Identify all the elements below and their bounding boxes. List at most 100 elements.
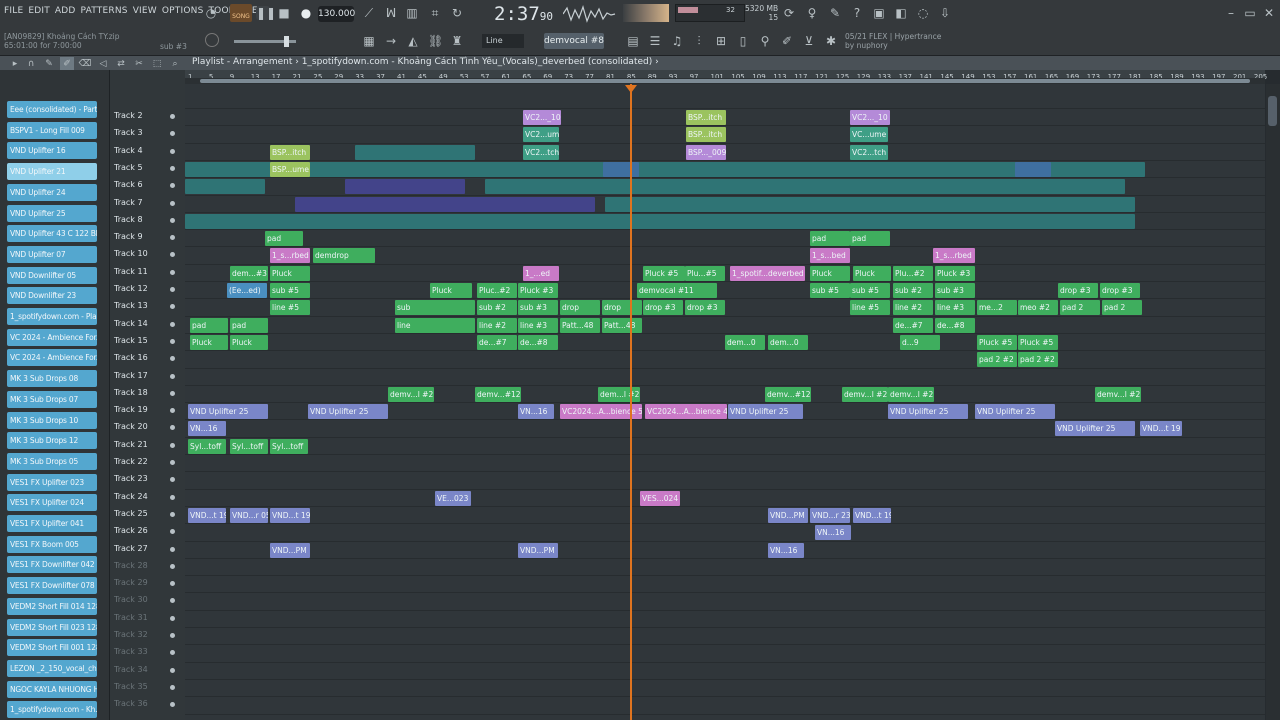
track-mute-dot[interactable] <box>170 684 175 690</box>
track-mute-dot[interactable] <box>170 217 175 223</box>
link-icon[interactable]: ⛓ <box>428 34 443 48</box>
clip[interactable]: 1_s...bed <box>810 248 850 264</box>
clip[interactable]: VND Uplifter 25 <box>888 404 968 420</box>
clip[interactable]: VND...r 05 <box>230 507 268 523</box>
playhead[interactable] <box>630 84 632 720</box>
save-icon[interactable]: ▣ <box>872 6 886 20</box>
track-mute-dot[interactable] <box>170 563 175 569</box>
clip[interactable]: Pluck <box>853 265 891 281</box>
clip[interactable]: Pluc..#2 <box>477 283 517 298</box>
clip[interactable]: VC2...ume <box>523 127 559 143</box>
clip[interactable]: sub <box>395 300 475 316</box>
time-display[interactable]: 2:3790 <box>494 3 558 25</box>
zoom-tool-icon[interactable]: ⌕ <box>168 57 182 71</box>
clip[interactable]: demv...#12 <box>475 386 521 402</box>
clip[interactable]: Patt...48 <box>560 317 600 333</box>
audio-clip-block[interactable] <box>185 213 1135 229</box>
clip[interactable]: de...#8 <box>518 334 558 350</box>
record-button[interactable]: ● <box>299 6 313 20</box>
track-name[interactable]: Track 17 <box>114 371 148 380</box>
vertical-scrollbar[interactable] <box>1266 84 1280 720</box>
channel-rack-icon[interactable]: ☰ <box>648 34 662 48</box>
track-mute-dot[interactable] <box>170 269 175 275</box>
track-name[interactable]: Track 35 <box>114 682 148 691</box>
playlist-icon[interactable]: ▦ <box>362 34 376 48</box>
song-mode-toggle[interactable]: SONG <box>230 4 252 22</box>
clip[interactable]: (Ee...ed) <box>227 283 267 298</box>
clip[interactable]: line #2 <box>477 317 517 333</box>
chat-icon[interactable]: ◌ <box>916 6 930 20</box>
clip[interactable]: VC2..._10 <box>523 110 561 125</box>
delete-tool-icon[interactable]: ⌫ <box>78 57 92 71</box>
mute-tool-icon[interactable]: ◁ <box>96 57 110 71</box>
clip[interactable]: VE...023 <box>435 490 471 506</box>
track-mute-dot[interactable] <box>170 650 175 656</box>
clip[interactable]: sub #5 <box>850 283 890 298</box>
clip[interactable]: Plu...#2 <box>893 265 933 281</box>
track-mute-dot[interactable] <box>170 546 175 552</box>
menu-patterns[interactable]: PATTERNS <box>81 6 128 20</box>
track-name[interactable]: Track 19 <box>114 405 148 414</box>
clip[interactable]: BSP..._009 <box>686 144 726 160</box>
close-icon[interactable]: ✕ <box>1262 6 1276 20</box>
track-name[interactable]: Track 21 <box>114 440 148 449</box>
clip[interactable]: line #5 <box>850 300 890 316</box>
browser-item[interactable]: LEZON _2_150_vocal_ch... <box>7 659 97 677</box>
track-name[interactable]: Track 9 <box>114 232 143 241</box>
clip[interactable]: sub #2 <box>477 300 517 316</box>
track-mute-dot[interactable] <box>170 702 175 708</box>
menu-file[interactable]: FILE <box>4 6 23 20</box>
track-mute-dot[interactable] <box>170 321 175 327</box>
menu-edit[interactable]: EDIT <box>28 6 50 20</box>
audio-clip-block[interactable] <box>605 196 1135 212</box>
track-name[interactable]: Track 36 <box>114 699 148 708</box>
clip[interactable]: Patt...48 <box>602 317 642 333</box>
track-mute-dot[interactable] <box>170 494 175 500</box>
record-mode-icon[interactable]: ◔ <box>204 6 218 20</box>
clip[interactable]: VND...t 19 <box>188 507 226 523</box>
track-name[interactable]: Track 5 <box>114 163 143 172</box>
metronome-icon[interactable]: ꟽ <box>384 6 398 20</box>
track-name[interactable]: Track 4 <box>114 146 143 155</box>
stop-button[interactable]: ■ <box>277 6 291 20</box>
track-mute-dot[interactable] <box>170 477 175 483</box>
clip[interactable]: pad <box>190 317 228 333</box>
browser-item[interactable]: VES1 FX Uplifter 023 <box>7 473 97 491</box>
track-mute-dot[interactable] <box>170 235 175 241</box>
menu-add[interactable]: ADD <box>55 6 76 20</box>
magnet-icon[interactable]: ◭ <box>406 34 420 48</box>
browser-item[interactable]: MK 3 Sub Drops 12 <box>7 432 97 450</box>
track-mute-dot[interactable] <box>170 373 175 379</box>
clip[interactable]: pad <box>850 231 890 247</box>
clip[interactable]: VES...024 <box>640 490 680 506</box>
clip[interactable]: VND Uplifter 25 <box>728 404 803 420</box>
render-icon[interactable]: ◧ <box>894 6 908 20</box>
menu-arrow-icon[interactable]: ▸ <box>8 57 22 71</box>
clip[interactable]: Pluck #3 <box>518 283 558 298</box>
browser-item[interactable]: MK 3 Sub Drops 07 <box>7 390 97 408</box>
arrangement-grid[interactable]: VC2..._10 BSP...itch VC2..._10 VC2...ume BSP… <box>185 84 1265 720</box>
track-name[interactable]: Track 10 <box>114 249 148 258</box>
track-name[interactable]: Track 24 <box>114 492 148 501</box>
clip[interactable] <box>603 161 639 177</box>
track-name[interactable]: Track 20 <box>114 422 148 431</box>
browser-item[interactable]: Eee (consolidated) - Part... <box>7 101 97 118</box>
horizontal-scroll-thumb[interactable] <box>200 79 1250 83</box>
track-name[interactable]: Track 27 <box>114 544 148 553</box>
clip[interactable]: demv...l #2 <box>842 386 888 402</box>
track-name[interactable]: Track 12 <box>114 284 148 293</box>
plugin-icon[interactable]: ⚲ <box>758 34 772 48</box>
track-mute-dot[interactable] <box>170 442 175 448</box>
browser-item[interactable]: VND Downlifter 05 <box>7 266 97 284</box>
clip[interactable]: VND...t 19 <box>853 507 891 523</box>
clip[interactable]: Plu...#5 <box>685 265 725 281</box>
browser-item[interactable]: VC 2024 - Ambience For... <box>7 328 97 346</box>
clip[interactable]: VND...t 19 <box>270 507 310 523</box>
clip[interactable]: sub #5 <box>270 283 310 298</box>
clip[interactable]: Syl...toff <box>230 438 268 454</box>
clip[interactable]: me...2 <box>977 300 1017 316</box>
master-pitch-knob[interactable] <box>205 33 219 47</box>
browser-item[interactable]: VEDM2 Short Fill 001 128... <box>7 639 97 657</box>
clip[interactable]: line #5 <box>270 300 310 316</box>
browser-item[interactable]: VND Downlifter 23 <box>7 287 97 305</box>
